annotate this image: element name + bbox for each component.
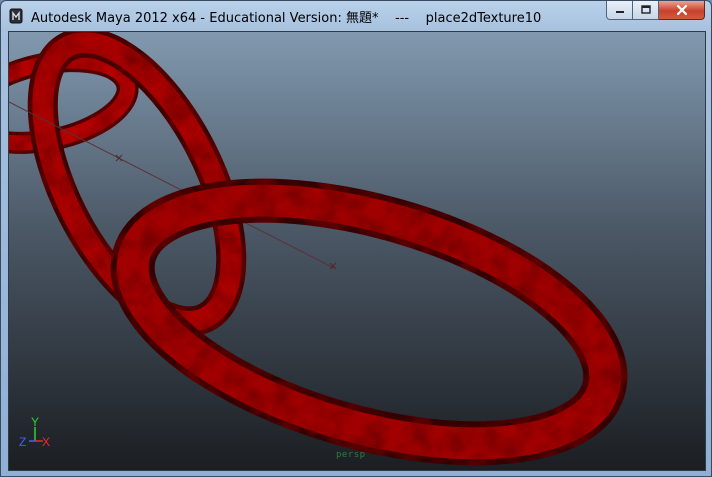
maya-window: Autodesk Maya 2012 x64 - Educational Ver… <box>0 0 712 477</box>
camera-label: persp <box>336 450 366 460</box>
maximize-button[interactable] <box>633 1 659 20</box>
maximize-icon <box>640 5 651 14</box>
title-bar[interactable]: Autodesk Maya 2012 x64 - Educational Ver… <box>1 1 711 31</box>
window-title: Autodesk Maya 2012 x64 - Educational Ver… <box>31 11 542 26</box>
axis-label-x: X <box>42 435 50 449</box>
persp-viewport[interactable] <box>9 32 705 470</box>
minimize-button[interactable] <box>606 1 633 20</box>
axis-label-z: Z <box>19 435 26 449</box>
axis-label-y: Y <box>31 415 39 429</box>
window-controls <box>606 1 705 21</box>
minimize-icon <box>615 11 624 13</box>
maya-app-icon[interactable] <box>9 8 23 24</box>
scene-canvas[interactable] <box>9 32 705 470</box>
close-icon <box>676 4 687 16</box>
view-axis-indicator: Y Z X <box>19 415 50 449</box>
close-button[interactable] <box>659 1 705 20</box>
